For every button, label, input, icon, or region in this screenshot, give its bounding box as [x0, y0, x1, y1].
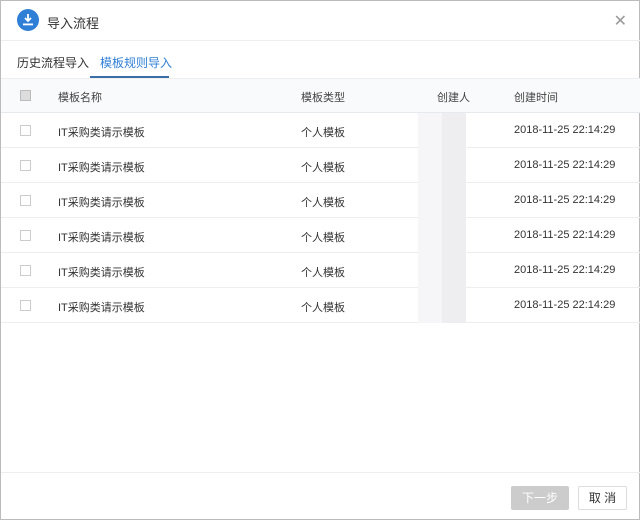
row-checkbox[interactable] — [20, 125, 31, 136]
tab-template-import[interactable]: 模板规则导入 — [100, 54, 172, 71]
template-type: 个人模板 — [301, 127, 345, 139]
creator-blurred — [418, 288, 466, 323]
created-time: 2018-11-25 22:14:29 — [514, 159, 616, 171]
template-name: IT采购类请示模板 — [58, 162, 145, 174]
table-row[interactable]: IT采购类请示模板 个人模板 2018-11-25 22:14:29 — [1, 288, 640, 323]
table-row[interactable]: IT采购类请示模板 个人模板 2018-11-25 22:14:29 — [1, 183, 640, 218]
tab-bar: 历史流程导入 模板规则导入 — [1, 41, 640, 79]
table-header: 模板名称 模板类型 创建人 创建时间 — [1, 79, 640, 113]
row-checkbox[interactable] — [20, 300, 31, 311]
creator-blurred — [418, 218, 466, 253]
table-row[interactable]: IT采购类请示模板 个人模板 2018-11-25 22:14:29 — [1, 218, 640, 253]
template-type: 个人模板 — [301, 232, 345, 244]
template-type: 个人模板 — [301, 302, 345, 314]
close-icon[interactable]: ✕ — [614, 11, 627, 31]
row-checkbox[interactable] — [20, 160, 31, 171]
dialog-header: 导入流程 ✕ — [1, 1, 640, 41]
creator-blurred — [418, 253, 466, 288]
created-time: 2018-11-25 22:14:29 — [514, 299, 616, 311]
header-creator: 创建人 — [437, 92, 470, 104]
creator-blurred — [418, 148, 466, 183]
table-row[interactable]: IT采购类请示模板 个人模板 2018-11-25 22:14:29 — [1, 148, 640, 183]
created-time: 2018-11-25 22:14:29 — [514, 264, 616, 276]
template-name: IT采购类请示模板 — [58, 267, 145, 279]
active-tab-indicator — [90, 76, 169, 78]
row-checkbox[interactable] — [20, 265, 31, 276]
row-checkbox[interactable] — [20, 230, 31, 241]
download-icon — [17, 9, 39, 31]
next-button[interactable]: 下一步 — [511, 486, 569, 510]
template-name: IT采购类请示模板 — [58, 127, 145, 139]
select-all-checkbox[interactable] — [20, 90, 31, 101]
header-type: 模板类型 — [301, 92, 345, 104]
header-name: 模板名称 — [58, 92, 102, 104]
created-time: 2018-11-25 22:14:29 — [514, 194, 616, 206]
cancel-button[interactable]: 取 消 — [578, 486, 627, 510]
template-name: IT采购类请示模板 — [58, 232, 145, 244]
table-row[interactable]: IT采购类请示模板 个人模板 2018-11-25 22:14:29 — [1, 253, 640, 288]
table-row[interactable]: IT采购类请示模板 个人模板 2018-11-25 22:14:29 — [1, 113, 640, 148]
dialog-title: 导入流程 — [47, 16, 100, 31]
dialog-footer: 下一步 取 消 — [1, 472, 640, 521]
created-time: 2018-11-25 22:14:29 — [514, 124, 616, 136]
created-time: 2018-11-25 22:14:29 — [514, 229, 616, 241]
header-created-time: 创建时间 — [514, 92, 558, 104]
row-checkbox[interactable] — [20, 195, 31, 206]
template-name: IT采购类请示模板 — [58, 197, 145, 209]
template-type: 个人模板 — [301, 162, 345, 174]
creator-blurred — [418, 113, 466, 148]
template-name: IT采购类请示模板 — [58, 302, 145, 314]
template-type: 个人模板 — [301, 197, 345, 209]
tab-history-import[interactable]: 历史流程导入 — [17, 54, 89, 71]
template-type: 个人模板 — [301, 267, 345, 279]
creator-blurred — [418, 183, 466, 218]
